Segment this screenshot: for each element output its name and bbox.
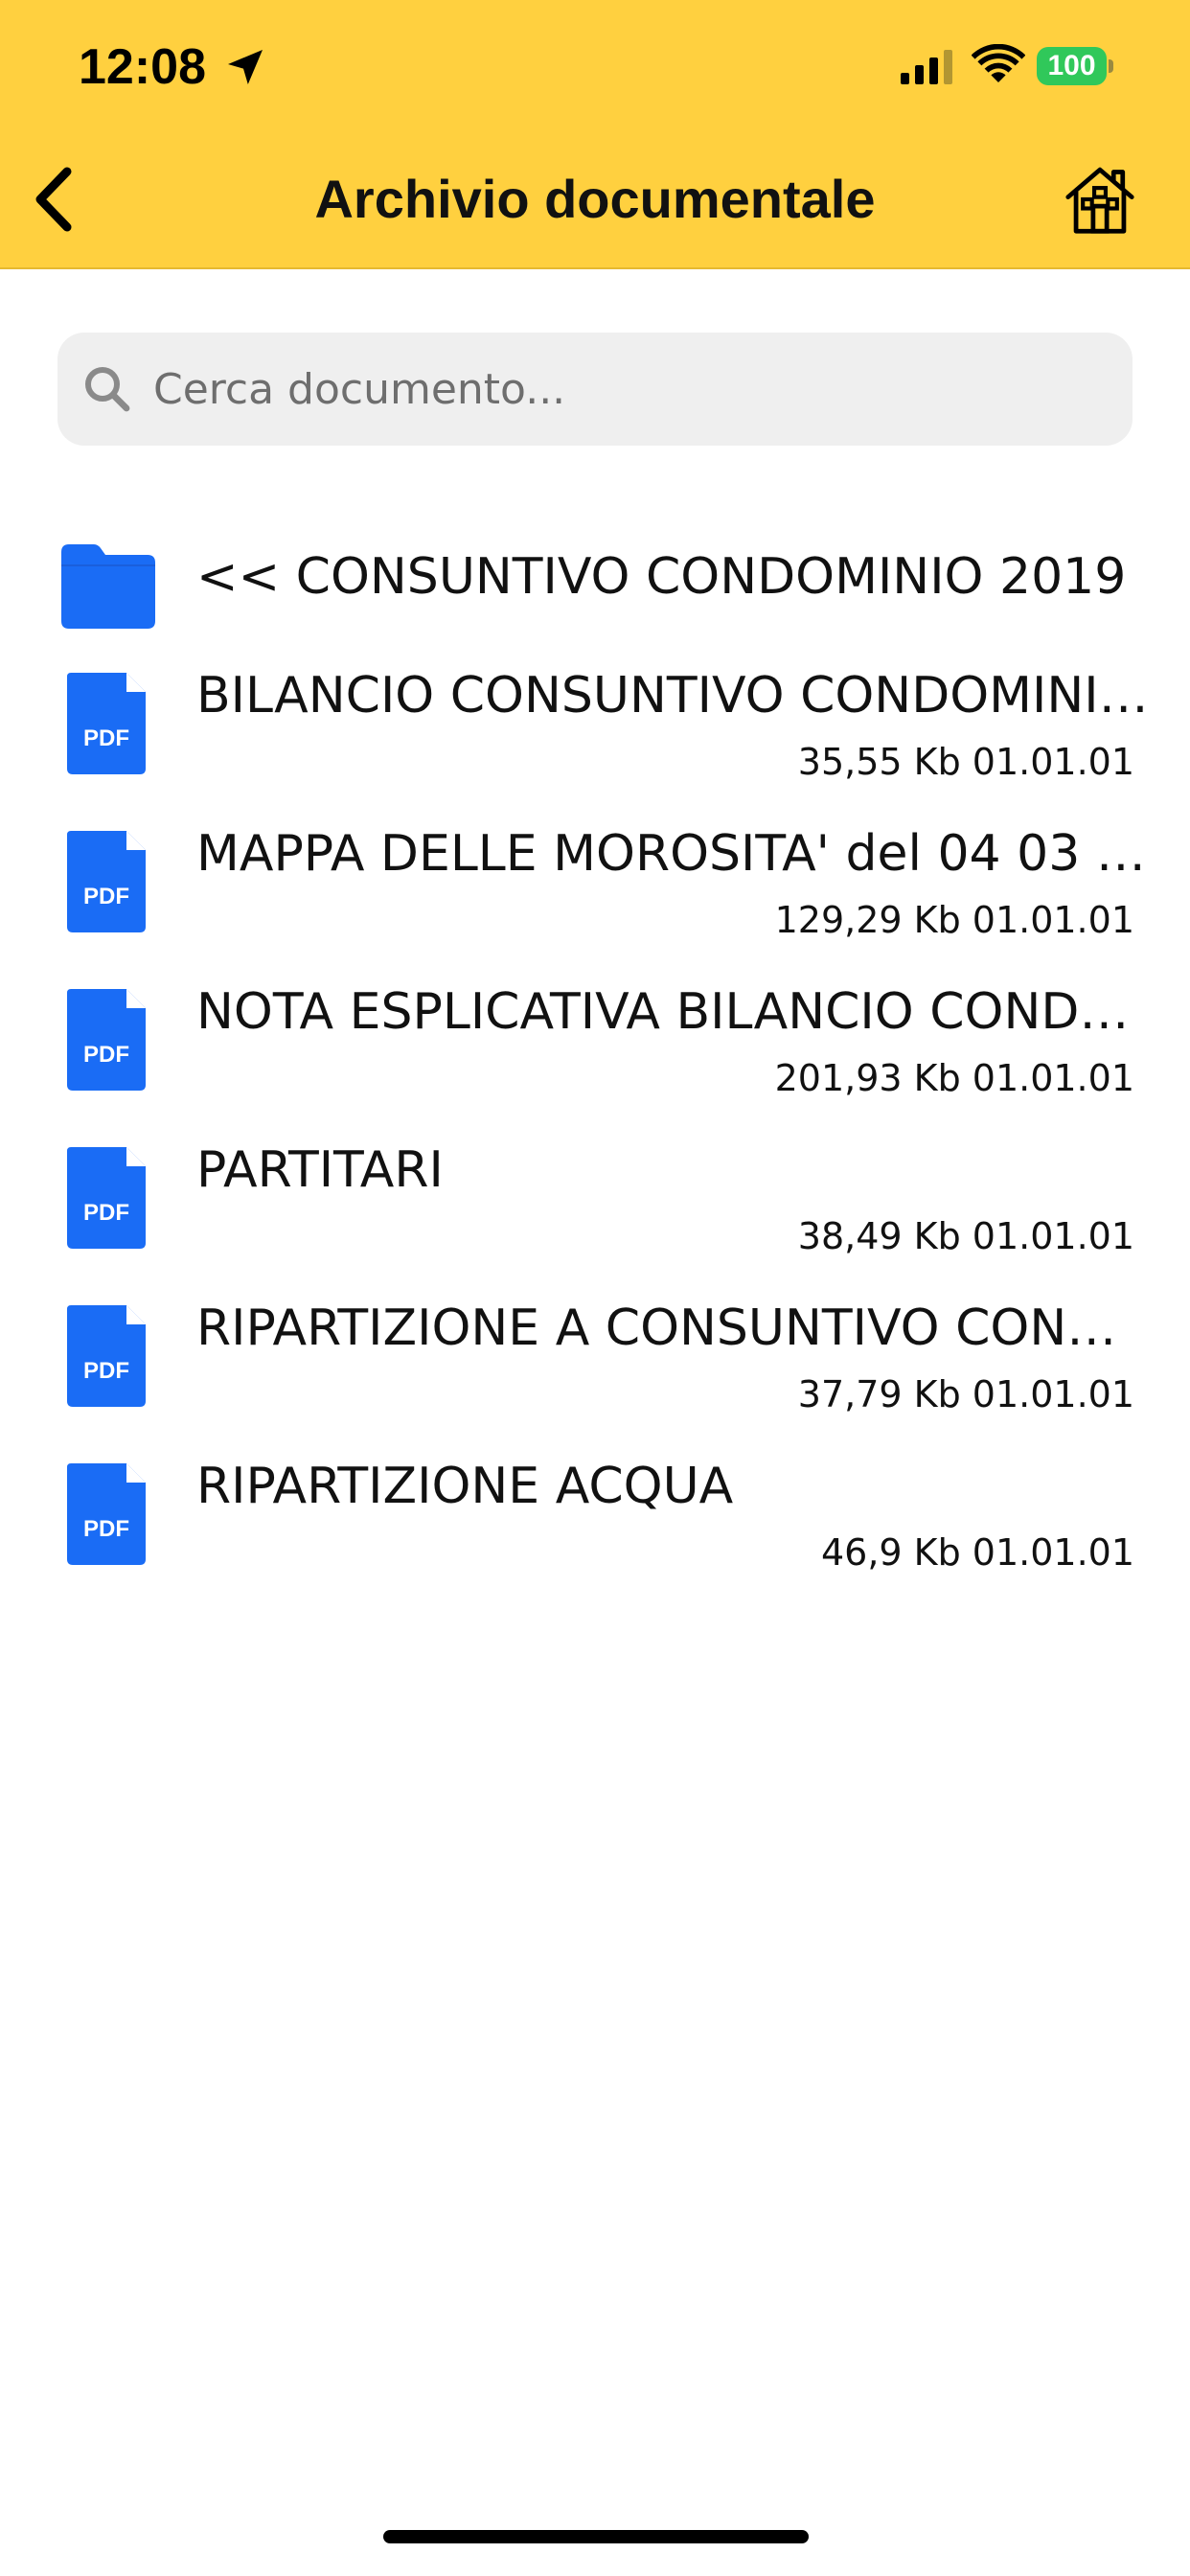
list-item[interactable]: PDF NOTA ESPLICATIVA BILANCIO CONDOMINIO… — [0, 968, 1190, 1126]
pdf-icon-label: PDF — [83, 1042, 129, 1068]
file-name: PARTITARI — [196, 1141, 444, 1199]
status-time: 12:08 — [79, 39, 206, 95]
page-title: Archivio documentale — [314, 169, 876, 229]
document-list: << CONSUNTIVO CONDOMINIO 2019 PDF BILANC… — [0, 518, 1190, 1600]
home-indicator[interactable] — [383, 2530, 809, 2543]
pdf-icon-label: PDF — [83, 1516, 129, 1542]
pdf-file-icon: PDF — [67, 831, 146, 932]
file-meta: 38,49 Kb 01.01.01 — [797, 1215, 1134, 1257]
chevron-left-icon — [35, 167, 72, 232]
list-item[interactable]: PDF RIPARTIZIONE A CONSUNTIVO CONDOMINIO… — [0, 1284, 1190, 1442]
file-name: NOTA ESPLICATIVA BILANCIO CONDOMINIO — [196, 983, 1155, 1041]
pdf-file-icon: PDF — [67, 1463, 146, 1565]
search-input[interactable] — [153, 351, 1092, 427]
list-item[interactable]: PDF PARTITARI 38,49 Kb 01.01.01 — [0, 1126, 1190, 1284]
folder-name: << CONSUNTIVO CONDOMINIO 2019 — [196, 548, 1127, 606]
folder-icon — [61, 544, 155, 629]
pdf-icon-label: PDF — [83, 884, 129, 909]
list-item[interactable]: PDF BILANCIO CONSUNTIVO CONDOMINIO 2019 … — [0, 652, 1190, 810]
location-arrow-icon — [228, 50, 263, 84]
battery-level: 100 — [1037, 47, 1108, 85]
file-meta: 37,79 Kb 01.01.01 — [797, 1373, 1134, 1415]
list-item[interactable]: PDF RIPARTIZIONE ACQUA 46,9 Kb 01.01.01 — [0, 1442, 1190, 1600]
list-item[interactable]: PDF MAPPA DELLE MOROSITA' del 04 03 2020… — [0, 810, 1190, 968]
pdf-file-icon: PDF — [67, 1305, 146, 1407]
pdf-icon-label: PDF — [83, 1358, 129, 1384]
battery-indicator: 100 — [1037, 46, 1113, 86]
back-button[interactable] — [19, 161, 86, 238]
pdf-file-icon: PDF — [67, 1147, 146, 1249]
search-icon — [85, 367, 130, 412]
battery-tip — [1109, 59, 1113, 73]
search-bar[interactable] — [57, 333, 1133, 446]
file-meta: 46,9 Kb 01.01.01 — [820, 1531, 1134, 1574]
file-meta: 35,55 Kb 01.01.01 — [797, 741, 1134, 783]
cellular-signal-icon — [901, 50, 952, 84]
file-meta: 129,29 Kb 01.01.01 — [774, 899, 1134, 941]
file-name: RIPARTIZIONE A CONSUNTIVO CONDOMINIO — [196, 1300, 1155, 1357]
pdf-icon-label: PDF — [83, 1200, 129, 1226]
file-name: RIPARTIZIONE ACQUA — [196, 1458, 734, 1515]
app-header: 12:08 100 Archivio documentale — [0, 0, 1190, 269]
pdf-file-icon: PDF — [67, 989, 146, 1091]
pdf-icon-label: PDF — [83, 725, 129, 751]
file-meta: 201,93 Kb 01.01.01 — [774, 1057, 1134, 1099]
wifi-icon — [972, 44, 1025, 82]
home-icon — [1065, 167, 1134, 234]
file-name: BILANCIO CONSUNTIVO CONDOMINIO 2019 — [196, 667, 1155, 724]
folder-item[interactable]: << CONSUNTIVO CONDOMINIO 2019 — [0, 518, 1190, 637]
home-button[interactable] — [1060, 159, 1140, 240]
pdf-file-icon: PDF — [67, 673, 146, 774]
file-name: MAPPA DELLE MOROSITA' del 04 03 2020 — [196, 825, 1155, 883]
